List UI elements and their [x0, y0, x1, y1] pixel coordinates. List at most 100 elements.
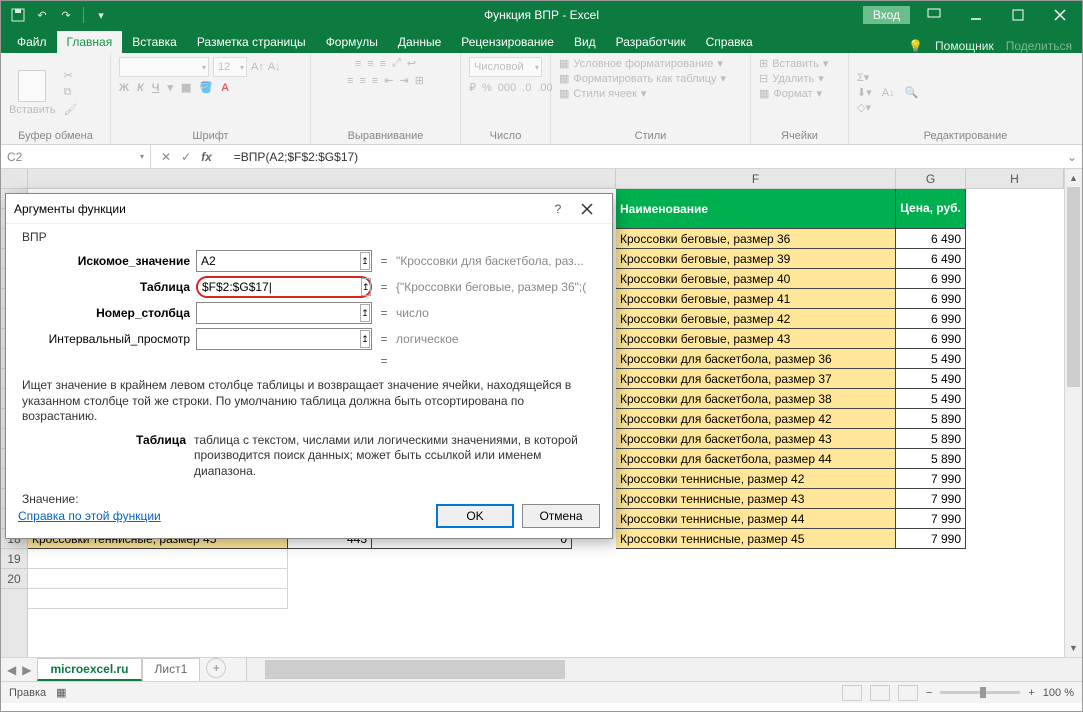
macro-record-icon[interactable]: ▦ — [56, 686, 66, 699]
rt-name-6[interactable]: Кроссовки для баскетбола, размер 36 — [616, 349, 896, 369]
maximize-icon[interactable] — [1000, 1, 1036, 29]
row-header-20[interactable]: 20 — [1, 569, 27, 589]
indent-inc-icon[interactable]: ⇥ — [400, 74, 409, 87]
tab-help[interactable]: Справка — [696, 31, 763, 53]
select-all-button[interactable] — [1, 169, 28, 189]
rt-price-12[interactable]: 7 990 — [896, 469, 966, 489]
rt-price-1[interactable]: 6 490 — [896, 249, 966, 269]
function-help-link[interactable]: Справка по этой функции — [18, 509, 161, 523]
paste-button[interactable]: Вставить — [9, 70, 56, 116]
horizontal-scrollbar[interactable] — [246, 658, 1082, 681]
dec-decimal-icon[interactable]: .00 — [537, 82, 552, 94]
hscroll-thumb[interactable] — [265, 660, 565, 679]
cut-icon[interactable]: ✂ — [64, 69, 78, 82]
rt-name-9[interactable]: Кроссовки для баскетбола, размер 42 — [616, 409, 896, 429]
italic-icon[interactable]: К — [137, 82, 144, 94]
view-layout-icon[interactable] — [870, 685, 890, 701]
zoom-slider[interactable] — [940, 691, 1020, 694]
dialog-close-icon[interactable] — [570, 197, 604, 221]
cond-format-button[interactable]: ▦Условное форматирование▾ — [559, 57, 723, 70]
format-painter-icon[interactable]: 🖌 — [64, 103, 78, 116]
underline-icon[interactable]: Ч — [152, 82, 160, 94]
percent-icon[interactable]: % — [482, 82, 492, 94]
currency-icon[interactable]: ₽ — [469, 81, 476, 94]
rt-price-5[interactable]: 6 990 — [896, 329, 966, 349]
tab-formulas[interactable]: Формулы — [316, 31, 388, 53]
zoom-out-icon[interactable]: − — [926, 687, 932, 699]
rt-price-13[interactable]: 7 990 — [896, 489, 966, 509]
collapse-icon[interactable]: ↥ — [361, 278, 371, 296]
rt-price-7[interactable]: 5 490 — [896, 369, 966, 389]
cancel-button[interactable]: Отмена — [522, 504, 600, 528]
accept-formula-icon[interactable]: ✓ — [181, 150, 191, 164]
tab-layout[interactable]: Разметка страницы — [187, 31, 316, 53]
empty-a-0[interactable] — [28, 549, 288, 569]
tab-review[interactable]: Рецензирование — [451, 31, 564, 53]
rt-name-13[interactable]: Кроссовки теннисные, размер 43 — [616, 489, 896, 509]
rt-price-15[interactable]: 7 990 — [896, 529, 966, 549]
tellme-label[interactable]: Помощник — [935, 39, 994, 53]
save-icon[interactable] — [9, 6, 27, 24]
rt-name-7[interactable]: Кроссовки для баскетбола, размер 37 — [616, 369, 896, 389]
insert-cells-button[interactable]: ⊞Вставить▾ — [759, 57, 828, 70]
border-icon[interactable]: ▦ — [181, 81, 191, 94]
header-name[interactable]: Наименование — [616, 189, 896, 229]
rt-price-9[interactable]: 5 890 — [896, 409, 966, 429]
expand-formula-icon[interactable]: ⌄ — [1062, 150, 1082, 164]
inc-decimal-icon[interactable]: .0 — [522, 82, 531, 94]
rt-name-4[interactable]: Кроссовки беговые, размер 42 — [616, 309, 896, 329]
header-price[interactable]: Цена, руб. — [896, 189, 966, 229]
share-button[interactable]: Поделиться — [1006, 39, 1072, 53]
new-sheet-button[interactable]: + — [206, 658, 226, 678]
view-break-icon[interactable] — [898, 685, 918, 701]
col-header-f[interactable]: F — [616, 169, 896, 188]
col-header-h[interactable]: H — [966, 169, 1064, 188]
arg-input-2[interactable] — [197, 306, 360, 320]
tab-home[interactable]: Главная — [57, 31, 123, 53]
rt-name-10[interactable]: Кроссовки для баскетбола, размер 43 — [616, 429, 896, 449]
tab-insert[interactable]: Вставка — [122, 31, 187, 53]
bold-icon[interactable]: Ж — [119, 82, 129, 94]
indent-dec-icon[interactable]: ⇤ — [384, 74, 393, 87]
vertical-scrollbar[interactable]: ▲ ▼ — [1064, 169, 1082, 657]
col-header-hidden[interactable] — [28, 169, 616, 188]
rt-price-4[interactable]: 6 990 — [896, 309, 966, 329]
rt-price-3[interactable]: 6 990 — [896, 289, 966, 309]
fontsize-combo[interactable]: 12 — [213, 57, 247, 77]
name-box[interactable]: C2 — [1, 145, 151, 168]
login-button[interactable]: Вход — [863, 6, 910, 24]
format-table-button[interactable]: ▦Форматировать как таблицу▾ — [559, 72, 726, 85]
tab-file[interactable]: Файл — [7, 31, 57, 53]
rt-name-3[interactable]: Кроссовки беговые, размер 41 — [616, 289, 896, 309]
ribbon-options-icon[interactable] — [916, 1, 952, 29]
empty-a-1[interactable] — [28, 569, 288, 589]
redo-icon[interactable]: ↷ — [57, 6, 75, 24]
tab-nav-prev-icon[interactable]: ◀ — [7, 663, 16, 677]
arg-input-1[interactable] — [198, 280, 361, 294]
comma-icon[interactable]: 000 — [498, 82, 516, 94]
rt-price-10[interactable]: 5 890 — [896, 429, 966, 449]
tab-nav-next-icon[interactable]: ▶ — [22, 663, 31, 677]
scroll-thumb[interactable] — [1067, 187, 1080, 387]
zoom-in-icon[interactable]: + — [1028, 687, 1034, 699]
arg-input-0[interactable] — [197, 254, 360, 268]
font-color-icon[interactable]: A — [221, 82, 229, 94]
collapse-icon[interactable]: ↥ — [360, 330, 370, 348]
rt-name-11[interactable]: Кроссовки для баскетбола, размер 44 — [616, 449, 896, 469]
rt-name-0[interactable]: Кроссовки беговые, размер 36 — [616, 229, 896, 249]
rt-price-6[interactable]: 5 490 — [896, 349, 966, 369]
rt-name-12[interactable]: Кроссовки теннисные, размер 42 — [616, 469, 896, 489]
align-top-icon[interactable]: ≡ — [355, 58, 361, 70]
copy-icon[interactable]: ⧉ — [64, 86, 78, 99]
fill-icon[interactable]: 🪣 — [199, 81, 213, 94]
dialog-help-icon[interactable]: ? — [546, 202, 570, 216]
align-right-icon[interactable]: ≡ — [372, 75, 378, 87]
cancel-formula-icon[interactable]: ✕ — [161, 150, 171, 164]
rt-name-2[interactable]: Кроссовки беговые, размер 40 — [616, 269, 896, 289]
tab-view[interactable]: Вид — [564, 31, 606, 53]
merge-icon[interactable]: ⊞ — [415, 74, 424, 87]
rt-price-11[interactable]: 5 890 — [896, 449, 966, 469]
find-icon[interactable]: 🔍 — [905, 86, 919, 99]
rt-name-5[interactable]: Кроссовки беговые, размер 43 — [616, 329, 896, 349]
wrap-icon[interactable]: ↩ — [407, 57, 416, 70]
